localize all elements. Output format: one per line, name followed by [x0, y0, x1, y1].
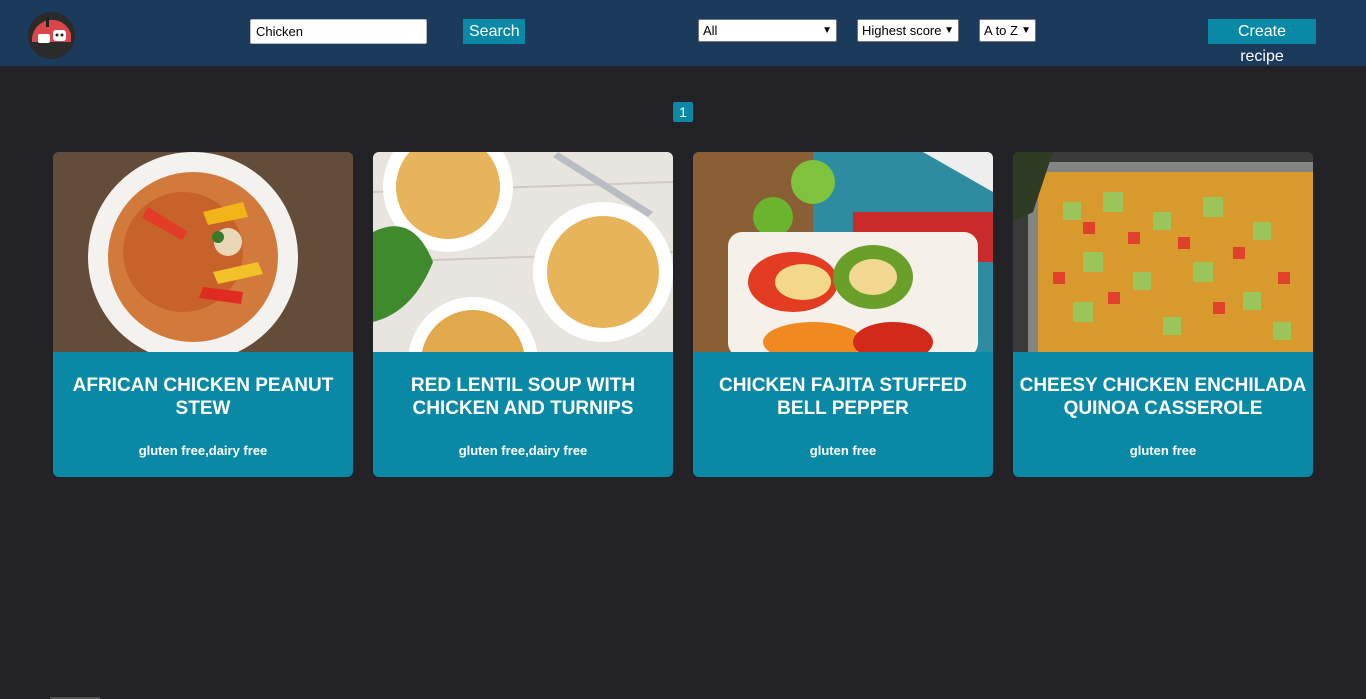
- recipe-image: [53, 152, 353, 352]
- recipe-diets: gluten free,dairy free: [138, 443, 268, 458]
- create-recipe-button[interactable]: Create recipe: [1208, 19, 1316, 65]
- recipe-diets: gluten free: [809, 443, 877, 458]
- chef-logo-icon[interactable]: [28, 12, 75, 59]
- score-sort-select[interactable]: Highest score ▼: [857, 19, 959, 42]
- alpha-sort-value: A to Z: [984, 23, 1018, 38]
- search-button[interactable]: Search: [463, 19, 525, 44]
- top-navbar: Search All ▼ Highest score ▼ A to Z ▼ Cr…: [0, 0, 1366, 66]
- chevron-down-icon: ▼: [822, 25, 832, 36]
- chevron-down-icon: ▼: [1021, 25, 1031, 36]
- recipe-card[interactable]: Cheesy Chicken Enchilada Quinoa Casserol…: [1013, 152, 1313, 477]
- recipe-card[interactable]: Red Lentil Soup with Chicken and Turnips…: [373, 152, 673, 477]
- recipe-diets: gluten free: [1129, 443, 1197, 458]
- recipe-image: [1013, 152, 1313, 352]
- recipe-image: [693, 152, 993, 352]
- recipe-diets: gluten free,dairy free: [458, 443, 588, 458]
- recipe-card[interactable]: African Chicken Peanut Stew gluten free,…: [53, 152, 353, 477]
- recipe-card[interactable]: Chicken Fajita Stuffed Bell Pepper glute…: [693, 152, 993, 477]
- diet-filter-value: All: [703, 23, 718, 38]
- diet-filter-select[interactable]: All ▼: [698, 19, 837, 42]
- score-sort-value: Highest score: [862, 23, 942, 38]
- alpha-sort-select[interactable]: A to Z ▼: [979, 19, 1036, 42]
- recipe-title: Cheesy Chicken Enchilada Quinoa Casserol…: [1019, 375, 1307, 419]
- chevron-down-icon: ▼: [944, 25, 954, 36]
- recipe-title: Red Lentil Soup with Chicken and Turnips: [410, 375, 636, 419]
- search-input[interactable]: [250, 19, 427, 44]
- recipe-title: African Chicken Peanut Stew: [72, 375, 334, 419]
- recipe-image: [373, 152, 673, 352]
- recipe-title: Chicken Fajita Stuffed Bell Pepper: [718, 375, 968, 419]
- pagination-page-button[interactable]: 1: [673, 102, 693, 122]
